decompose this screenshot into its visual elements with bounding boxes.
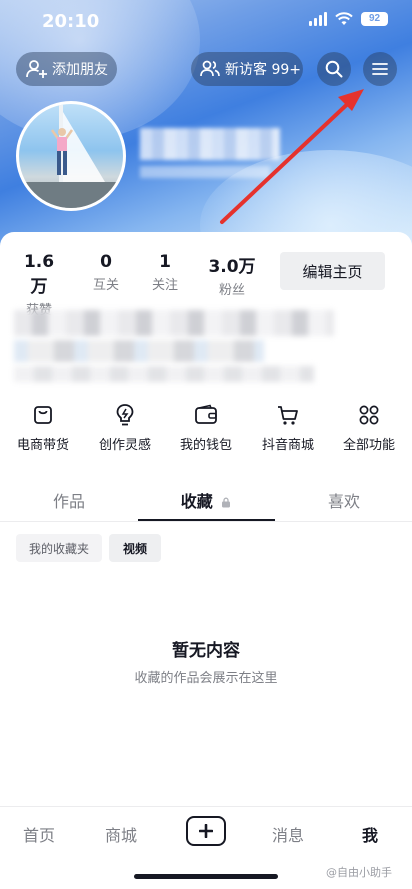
video-filter-chip[interactable]: 视频 [109,534,161,562]
shopping-bag-icon [34,406,52,424]
status-time: 20:10 [42,11,100,32]
nav-mall[interactable]: 商城 [105,822,137,846]
tab-favorites[interactable]: 收藏 [137,488,275,512]
feature-wallet[interactable]: 我的钱包 [165,402,247,453]
tab-divider [0,521,412,522]
menu-button[interactable] [363,52,397,86]
profile-avatar[interactable] [16,101,126,211]
feature-ecommerce[interactable]: 电商带货 [2,402,84,453]
add-friend-label: 添加朋友 [52,62,108,78]
add-friend-button[interactable]: 添加朋友 [16,52,117,86]
empty-state-subtitle: 收藏的作品会展示在这里 [134,671,278,686]
wifi-icon [335,12,353,25]
stat-following[interactable]: 1 关注 [145,252,185,293]
nav-me[interactable]: 我 [362,822,378,846]
feature-all-functions[interactable]: 全部功能 [328,402,410,453]
stat-value: 1 [159,252,171,272]
feature-label: 创作灵感 [98,438,151,453]
username-mosaic [140,128,280,160]
user-id-mosaic [140,166,270,178]
stat-label: 关注 [151,278,178,293]
tab-label: 喜欢 [327,492,360,511]
feature-label: 全部功能 [342,438,395,453]
stat-likes[interactable]: 1.6万 获赞 [16,252,62,318]
cart-icon [278,406,298,425]
feature-inspiration[interactable]: 创作灵感 [84,402,166,453]
bottom-nav-divider [0,806,412,807]
stat-followers[interactable]: 3.0万 粉丝 [207,252,257,298]
empty-state-title: 暂无内容 [172,641,240,661]
new-visitors-button[interactable]: 新访客 99+ [191,52,303,86]
tab-works[interactable]: 作品 [0,488,138,512]
search-button[interactable] [317,52,351,86]
tab-label: 作品 [52,492,85,511]
battery-indicator: 92 [361,12,388,26]
plus-icon [199,824,213,838]
feature-label: 我的钱包 [179,438,232,453]
stat-mutual[interactable]: 0 互关 [86,252,126,293]
bio-mosaic-line [14,366,314,382]
avatar-person-figure [50,128,74,175]
search-icon [325,60,343,78]
cellular-signal-icon [309,12,327,26]
bio-mosaic-line [14,310,334,336]
profile-tabs: 作品 收藏 喜欢 [0,488,412,522]
bio-mosaic-line [14,340,264,362]
watermark: @自由小助手 [326,866,392,879]
status-icons: 92 [309,12,388,26]
nav-messages[interactable]: 消息 [272,822,304,846]
tab-likes[interactable]: 喜欢 [275,488,412,512]
stat-label: 互关 [92,278,119,293]
feature-douyin-mall[interactable]: 抖音商城 [247,402,329,453]
my-collection-folder-chip[interactable]: 我的收藏夹 [16,534,102,562]
stat-value: 0 [100,252,112,272]
new-visitors-label: 新访客 99+ [225,62,301,78]
stat-value: 1.6万 [23,252,55,297]
feature-label: 电商带货 [16,438,69,453]
tab-label: 收藏 [180,492,213,511]
stat-label: 粉丝 [218,283,245,298]
visitors-icon [200,60,220,77]
stat-value: 3.0万 [208,257,256,277]
profile-stats: 1.6万 获赞 0 互关 1 关注 3.0万 粉丝 [0,252,270,318]
add-person-icon [26,60,47,78]
wallet-icon [195,404,217,424]
lock-icon [222,497,231,508]
create-post-button[interactable] [186,816,226,846]
feature-label: 抖音商城 [261,438,314,453]
nav-home[interactable]: 首页 [23,822,55,846]
hamburger-menu-icon [372,63,388,75]
edit-profile-button[interactable]: 编辑主页 [280,252,385,290]
lightbulb-icon [116,404,134,426]
home-indicator [134,874,278,879]
feature-shortcuts: 电商带货 创作灵感 我的钱包 抖音商城 全部功能 [0,402,412,462]
grid-icon [359,405,379,425]
